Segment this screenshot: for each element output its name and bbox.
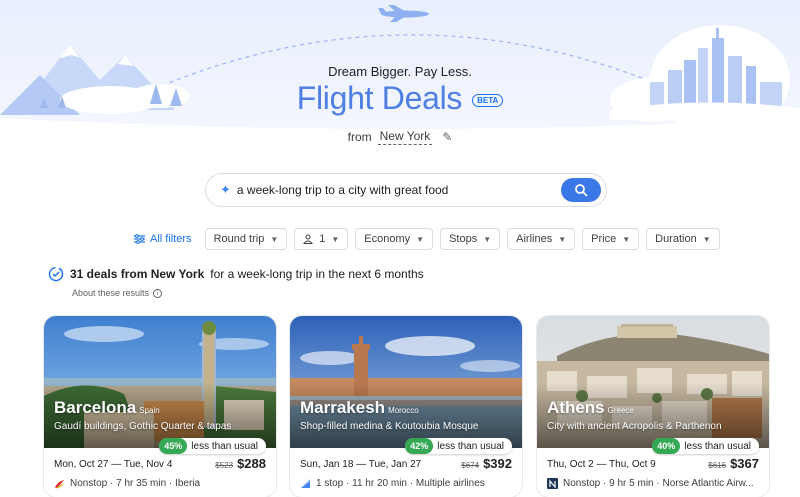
discount-percent: 40% (652, 438, 681, 454)
from-label: from (347, 130, 372, 144)
travel-dates: Sun, Jan 18 — Tue, Jan 27 (300, 459, 422, 470)
flight-details: 1 stop · 11 hr 20 min · Multiple airline… (316, 478, 485, 489)
country-name: Morocco (388, 406, 419, 415)
edit-pencil-icon[interactable]: ✎ (442, 130, 452, 144)
flight-info: 1 stop · 11 hr 20 min · Multiple airline… (300, 478, 485, 489)
city-name: Barcelona (54, 398, 137, 417)
original-price: $674 (461, 461, 480, 470)
search-box[interactable]: ✦ a week-long trip to a city with great … (205, 173, 607, 207)
origin-city[interactable]: New York (377, 129, 433, 145)
original-price: $523 (215, 461, 234, 470)
chip-label: 1 (319, 233, 326, 245)
trip-type-dropdown[interactable]: Round trip ▼ (204, 228, 288, 250)
person-icon (303, 234, 314, 244)
verified-check-icon (48, 266, 64, 282)
airlines-dropdown[interactable]: Airlines ▼ (507, 228, 576, 250)
discount-badge: 42% less than usual (405, 438, 512, 454)
sparkle-icon: ✦ (220, 182, 231, 197)
original-price: $616 (708, 461, 727, 470)
caret-down-icon: ▼ (270, 234, 279, 244)
tagline: Dream Bigger. Pay Less. (328, 64, 472, 79)
chip-label: Price (591, 233, 617, 245)
search-button[interactable] (561, 178, 601, 202)
search-input[interactable]: a week-long trip to a city with great fo… (237, 183, 561, 197)
discount-label: less than usual (684, 440, 751, 452)
results-count: 31 deals from New York (70, 267, 205, 281)
deal-card-barcelona[interactable]: Barcelona Spain Gaudí buildings, Gothic Q… (44, 316, 276, 497)
iberia-logo-icon (55, 480, 64, 489)
destination-description: Shop-filled medina & Koutoubia Mosque (300, 421, 479, 432)
caret-down-icon: ▼ (558, 234, 567, 244)
caret-down-icon: ▼ (331, 234, 340, 244)
price-dropdown[interactable]: Price ▼ (582, 228, 640, 250)
destination-description: Gaudí buildings, Gothic Quarter & tapas (54, 421, 232, 432)
chip-label: Airlines (516, 233, 553, 245)
chip-label: Duration (655, 233, 697, 245)
flight-info: Nonstop · 9 hr 5 min · Norse Atlantic Ai… (547, 478, 754, 489)
caret-down-icon: ▼ (622, 234, 631, 244)
discount-label: less than usual (437, 440, 504, 452)
hero-banner: Dream Bigger. Pay Less. Flight Deals BET… (0, 0, 800, 160)
deal-card-marrakesh[interactable]: Marrakesh Morocco Shop-filled medina & Ko… (290, 316, 522, 497)
caret-down-icon: ▼ (416, 234, 425, 244)
stops-dropdown[interactable]: Stops ▼ (440, 228, 501, 250)
results-count-line: 31 deals from New York for a week-long t… (48, 266, 424, 282)
beta-badge: BETA (472, 94, 504, 107)
caret-down-icon: ▼ (483, 234, 492, 244)
multiple-airlines-icon (301, 479, 310, 488)
chip-label: Economy (364, 233, 411, 245)
city-name: Athens (547, 398, 605, 417)
discount-percent: 45% (159, 438, 188, 454)
destination-city: Marrakesh Morocco (300, 398, 419, 418)
page-title: Flight Deals (296, 80, 463, 116)
about-results-label: About these results (72, 288, 150, 298)
results-description: for a week-long trip in the next 6 month… (210, 267, 424, 281)
filters-icon (134, 234, 145, 244)
deal-price: $288 (237, 456, 266, 471)
destination-city: Athens Greece (547, 398, 634, 418)
flight-info: Nonstop · 7 hr 35 min · Iberia (54, 478, 200, 489)
results-summary: 31 deals from New York for a week-long t… (48, 266, 424, 298)
deal-card-athens[interactable]: Athens Greece City with ancient Acropolis… (537, 316, 769, 497)
price-block: $674 $392 (461, 456, 512, 471)
deal-price: $367 (730, 456, 759, 471)
travel-dates: Thu, Oct 2 — Thu, Oct 9 (547, 459, 656, 470)
norse-logo-icon (547, 478, 558, 489)
all-filters-label: All filters (150, 233, 192, 245)
discount-percent: 42% (405, 438, 434, 454)
about-results-link[interactable]: About these results i (72, 288, 424, 298)
duration-dropdown[interactable]: Duration ▼ (646, 228, 720, 250)
chip-label: Stops (449, 233, 478, 245)
discount-badge: 40% less than usual (652, 438, 759, 454)
discount-label: less than usual (191, 440, 258, 452)
country-name: Spain (139, 406, 160, 415)
travel-dates: Mon, Oct 27 — Tue, Nov 4 (54, 459, 173, 470)
flight-details: Nonstop · 7 hr 35 min · Iberia (70, 478, 201, 489)
discount-badge: 45% less than usual (159, 438, 266, 454)
cabin-class-dropdown[interactable]: Economy ▼ (355, 228, 434, 250)
city-name: Marrakesh (300, 398, 386, 417)
deal-price: $392 (483, 456, 512, 471)
price-block: $616 $367 (708, 456, 759, 471)
caret-down-icon: ▼ (702, 234, 711, 244)
passengers-dropdown[interactable]: 1 ▼ (294, 228, 349, 250)
country-name: Greece (607, 406, 634, 415)
search-icon (575, 184, 588, 197)
chip-label: Round trip (213, 233, 265, 245)
price-block: $523 $288 (215, 456, 266, 471)
origin-selector[interactable]: from New York ✎ (0, 129, 800, 145)
all-filters-button[interactable]: All filters (134, 233, 192, 245)
title-row: Flight Deals BETA (0, 80, 800, 117)
info-icon: i (153, 288, 163, 298)
filter-bar: All filters Round trip ▼ 1 ▼ Economy ▼ Stop… (134, 228, 720, 250)
destination-description: City with ancient Acropolis & Parthenon (547, 421, 722, 432)
flight-details: Nonstop · 9 hr 5 min · Norse Atlantic Ai… (563, 478, 754, 489)
destination-city: Barcelona Spain (54, 398, 160, 418)
